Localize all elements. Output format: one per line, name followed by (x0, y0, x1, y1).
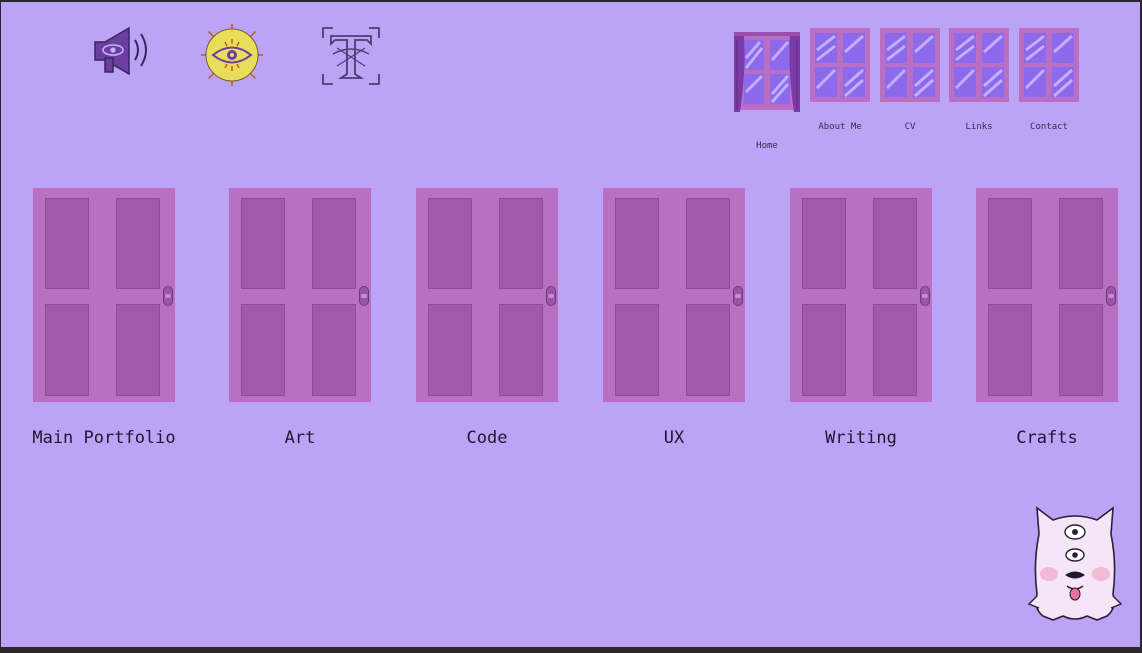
door-knob (920, 286, 930, 306)
sun-eye-icon[interactable] (201, 24, 263, 86)
nav-item-links[interactable]: Links (949, 28, 1009, 132)
window-curtains-icon (734, 32, 800, 112)
door-knob (163, 286, 173, 306)
door-icon (229, 188, 371, 402)
door-ux[interactable]: UX (603, 188, 745, 448)
door-icon (790, 188, 932, 402)
door-icon (603, 188, 745, 402)
nav-label-cv: CV (904, 122, 916, 132)
door-knob (733, 286, 743, 306)
door-label-ux: UX (663, 428, 685, 448)
nav-label-contact: Contact (1030, 122, 1068, 132)
window-icon (1019, 28, 1079, 102)
window-icon (880, 28, 940, 102)
door-knob (546, 286, 556, 306)
door-icon (976, 188, 1118, 402)
door-icon (33, 188, 175, 402)
door-label-writing: Writing (825, 428, 897, 448)
door-art[interactable]: Art (229, 188, 371, 448)
door-label-crafts: Crafts (1016, 428, 1078, 448)
text-cursor-icon[interactable] (319, 24, 383, 88)
nav-item-contact[interactable]: Contact (1019, 28, 1079, 132)
nav-item-cv[interactable]: CV (880, 28, 940, 132)
door-label-art: Art (284, 428, 316, 448)
door-knob (359, 286, 369, 306)
door-crafts[interactable]: Crafts (976, 188, 1118, 448)
megaphone-eye-icon[interactable] (91, 22, 151, 82)
nav-label-about-me: About Me (818, 122, 862, 132)
door-label-main-portfolio: Main Portfolio (32, 428, 176, 448)
door-code[interactable]: Code (416, 188, 558, 448)
door-writing[interactable]: Writing (790, 188, 932, 448)
window-icon (949, 28, 1009, 102)
page-background: Home About Me CV Links Contact Main Port… (1, 2, 1140, 647)
nav-item-about-me[interactable]: About Me (810, 28, 870, 132)
door-main-portfolio[interactable]: Main Portfolio (32, 188, 176, 448)
door-knob (1106, 286, 1116, 306)
nav-label-links: Links (965, 122, 993, 132)
nav-item-home[interactable]: Home (734, 32, 800, 151)
window-icon (810, 28, 870, 102)
door-icon (416, 188, 558, 402)
door-label-code: Code (466, 428, 508, 448)
nav-label-home: Home (756, 141, 778, 151)
three-eyed-creature-icon[interactable] (1027, 504, 1123, 628)
